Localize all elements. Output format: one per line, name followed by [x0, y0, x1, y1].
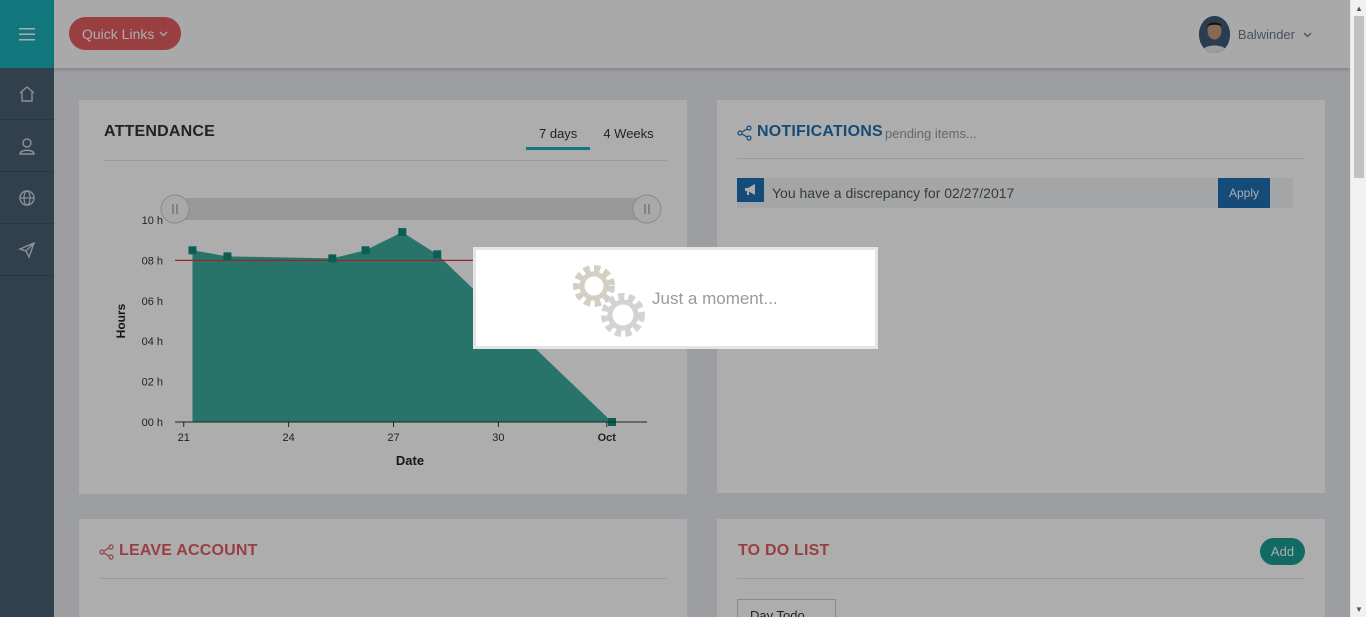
- gears-icon: [573, 265, 645, 337]
- scroll-thumb[interactable]: [1354, 16, 1364, 178]
- scroll-down-arrow-icon[interactable]: ▼: [1351, 601, 1366, 617]
- loading-dialog: Just a moment...: [473, 247, 878, 349]
- loading-text: Just a moment...: [652, 289, 778, 308]
- scroll-up-arrow-icon[interactable]: ▲: [1351, 0, 1366, 16]
- page-scrollbar[interactable]: ▲ ▼: [1350, 0, 1366, 617]
